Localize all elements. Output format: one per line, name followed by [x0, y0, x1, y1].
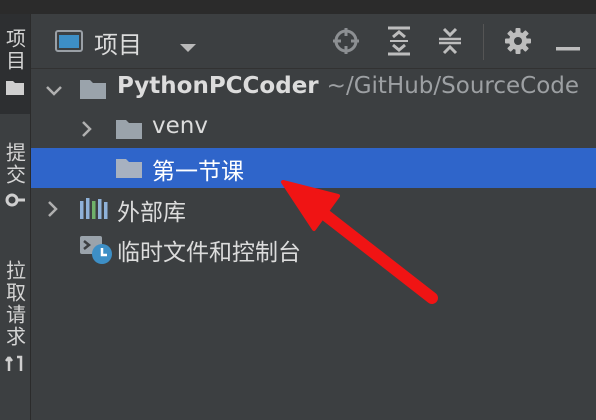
pull-request-icon	[5, 354, 25, 378]
gear-icon[interactable]	[503, 26, 533, 60]
collapse-all-icon[interactable]	[436, 26, 464, 60]
scratches-icon	[79, 235, 113, 269]
libraries-icon	[79, 197, 109, 225]
minimize-icon[interactable]	[556, 38, 580, 57]
tree-item-lesson-1[interactable]: 第一节课	[31, 148, 596, 188]
tree-item-label: 第一节课	[152, 159, 244, 185]
chevron-down-icon[interactable]	[179, 38, 197, 57]
project-tool-window: 项目 提交 拉取请求 项目 PythonPCCoder ~/GitHub/Sou…	[0, 0, 596, 420]
folder-icon	[5, 78, 25, 100]
project-view-icon	[55, 30, 83, 56]
folder-icon	[115, 118, 143, 144]
tree-root-row[interactable]: PythonPCCoder ~/GitHub/SourceCode	[31, 69, 596, 109]
tab-project-label: 项目	[2, 28, 27, 72]
expand-all-icon[interactable]	[385, 26, 413, 60]
project-tree: PythonPCCoder ~/GitHub/SourceCode venv 第…	[31, 69, 596, 420]
tab-project[interactable]: 项目	[0, 14, 30, 114]
title-strip	[0, 0, 596, 14]
tree-root-label: PythonPCCoder ~/GitHub/SourceCode	[117, 73, 579, 99]
chevron-right-icon[interactable]	[47, 201, 59, 221]
tree-item-label: venv	[152, 113, 208, 139]
tab-pull-requests[interactable]: 拉取请求	[0, 254, 30, 394]
view-selector-title[interactable]: 项目	[94, 25, 142, 60]
commit-icon	[5, 192, 25, 211]
tree-item-external-libraries[interactable]: 外部库	[31, 189, 596, 229]
tab-commit-label: 提交	[2, 142, 27, 186]
folder-icon	[79, 78, 107, 104]
tree-item-label: 临时文件和控制台	[117, 240, 301, 266]
tab-commit[interactable]: 提交	[0, 134, 30, 234]
crosshair-icon[interactable]	[331, 26, 361, 60]
tree-item-venv[interactable]: venv	[31, 109, 596, 149]
chevron-down-icon[interactable]	[46, 82, 62, 101]
header-separator	[483, 24, 484, 60]
root-project-path: ~/GitHub/SourceCode	[326, 73, 580, 99]
tree-item-scratches[interactable]: 临时文件和控制台	[31, 229, 596, 269]
tree-item-label: 外部库	[117, 200, 186, 226]
tab-pull-requests-label: 拉取请求	[2, 260, 27, 348]
chevron-right-icon[interactable]	[81, 121, 93, 141]
folder-icon	[115, 157, 143, 183]
left-tool-bar: 项目 提交 拉取请求	[0, 14, 31, 420]
root-project-name: PythonPCCoder	[117, 73, 319, 99]
panel-header: 项目	[31, 14, 596, 69]
